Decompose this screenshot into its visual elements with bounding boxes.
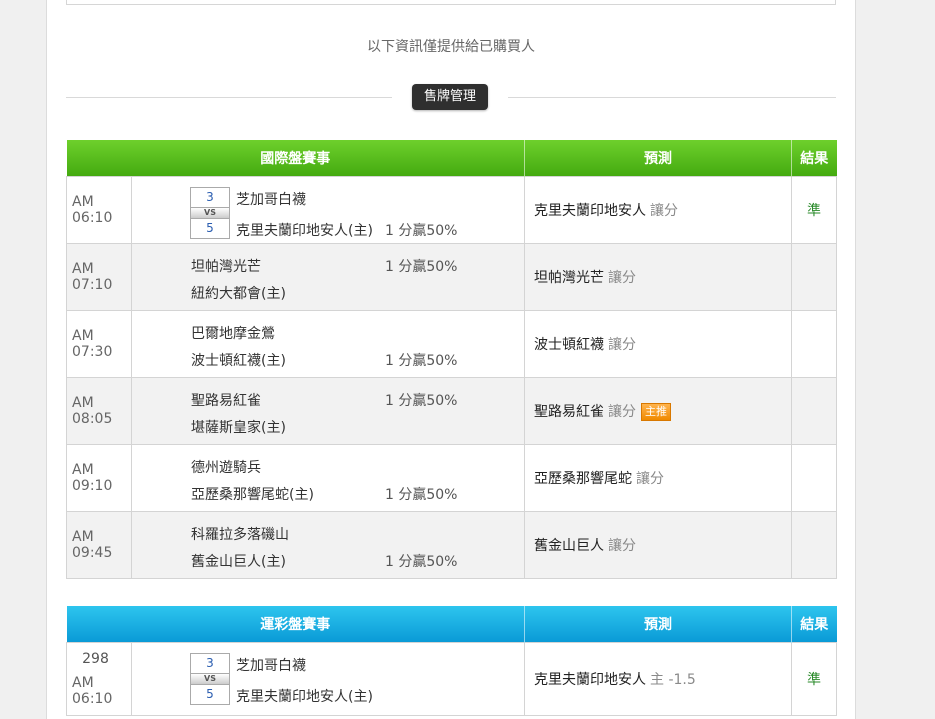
odds-line: 1 分贏50% xyxy=(385,393,458,409)
match-cell: 巴爾地摩金鶯 波士頓紅襪(主) 1 分贏50% xyxy=(131,310,525,378)
featured-badge: 主推 xyxy=(641,403,671,421)
match-cell: 3 VS 5 芝加哥白襪 克里夫蘭印地安人(主) xyxy=(131,642,525,716)
home-team: 紐約大都會(主) xyxy=(191,286,286,302)
away-score: 3 xyxy=(190,653,230,674)
vs-label: VS xyxy=(190,674,230,684)
game-time: AM 09:45 xyxy=(66,511,132,579)
home-team: 堪薩斯皇家(主) xyxy=(191,420,286,436)
prediction-pick: 亞歷桑那響尾蛇 xyxy=(534,471,632,487)
odds-line: 1 分贏50% xyxy=(385,259,458,275)
prediction-pick: 聖路易紅雀 xyxy=(534,404,604,420)
prediction-pick: 克里夫蘭印地安人 xyxy=(534,672,646,688)
home-team: 克里夫蘭印地安人(主) xyxy=(236,223,373,239)
prediction-cell: 克里夫蘭印地安人 讓分 xyxy=(524,176,792,244)
prediction-cell: 亞歷桑那響尾蛇 讓分 xyxy=(524,444,792,512)
prediction-pick: 舊金山巨人 xyxy=(534,538,604,554)
odds-line: 1 分贏50% xyxy=(385,223,458,239)
away-team: 芝加哥白襪 xyxy=(236,192,306,208)
prediction-type: 讓分 xyxy=(608,538,636,554)
home-team: 克里夫蘭印地安人(主) xyxy=(236,689,373,705)
table-row: AM 09:10 德州遊騎兵 亞歷桑那響尾蛇(主) 1 分贏50% 亞歷桑那響尾… xyxy=(66,444,837,512)
match-cell: 坦帕灣光芒 紐約大都會(主) 1 分贏50% xyxy=(131,243,525,311)
prediction-type: 讓分 xyxy=(608,337,636,353)
prediction-pick: 坦帕灣光芒 xyxy=(534,270,604,286)
header-prediction: 預測 xyxy=(524,606,792,643)
prediction-cell: 聖路易紅雀 讓分 主推 xyxy=(524,377,792,445)
home-team: 亞歷桑那響尾蛇(主) xyxy=(191,487,314,503)
prediction-type: 讓分 xyxy=(608,270,636,286)
content-panel: 以下資訊僅提供給已購買人 售牌管理 國際盤賽事 預測 結果 AM 06:10 3… xyxy=(46,0,856,719)
prediction-cell: 克里夫蘭印地安人主 -1.5 xyxy=(524,642,792,716)
prediction-type: 主 -1.5 xyxy=(650,672,696,688)
game-number: 298 xyxy=(82,651,109,667)
table-row: AM 07:10 坦帕灣光芒 紐約大都會(主) 1 分贏50% 坦帕灣光芒 讓分 xyxy=(66,243,837,311)
result-cell xyxy=(791,511,837,579)
match-cell: 德州遊騎兵 亞歷桑那響尾蛇(主) 1 分贏50% xyxy=(131,444,525,512)
game-time: AM 07:30 xyxy=(66,310,132,378)
odds-line: 1 分贏50% xyxy=(385,487,458,503)
home-score: 5 xyxy=(190,684,230,705)
game-time: AM 08:05 xyxy=(66,377,132,445)
prediction-cell: 坦帕灣光芒 讓分 xyxy=(524,243,792,311)
table-row: 298 AM 06:10 3 VS 5 芝加哥白襪 克里夫蘭印地安人(主) 克里… xyxy=(66,642,837,716)
lottery-games-table: 運彩盤賽事 預測 結果 298 AM 06:10 3 VS 5 芝加哥白襪 克里… xyxy=(66,606,837,716)
header-lottery-games: 運彩盤賽事 xyxy=(66,606,525,643)
table-row: AM 08:05 聖路易紅雀 堪薩斯皇家(主) 1 分贏50% 聖路易紅雀 讓分主… xyxy=(66,377,837,445)
header-international-games: 國際盤賽事 xyxy=(66,140,525,177)
odds-line: 1 分贏50% xyxy=(385,554,458,570)
result-cell: 準 xyxy=(791,642,837,716)
match-cell: 科羅拉多落磯山 舊金山巨人(主) 1 分贏50% xyxy=(131,511,525,579)
divider-right xyxy=(508,97,836,98)
away-team: 聖路易紅雀 xyxy=(191,393,261,409)
match-cell: 聖路易紅雀 堪薩斯皇家(主) 1 分贏50% xyxy=(131,377,525,445)
vs-label: VS xyxy=(190,208,230,218)
result-cell: 準 xyxy=(791,176,837,244)
divider-left xyxy=(66,97,392,98)
header-result: 結果 xyxy=(791,140,837,177)
result-cell xyxy=(791,310,837,378)
home-team: 波士頓紅襪(主) xyxy=(191,353,286,369)
home-score: 5 xyxy=(190,218,230,239)
game-time: AM 06:10 xyxy=(66,176,132,244)
away-team: 坦帕灣光芒 xyxy=(191,259,261,275)
international-games-table: 國際盤賽事 預測 結果 AM 06:10 3 VS 5 芝加哥白襪 克里夫蘭印地… xyxy=(66,140,837,579)
result-cell xyxy=(791,377,837,445)
game-time: AM 09:10 xyxy=(66,444,132,512)
table-row: AM 06:10 3 VS 5 芝加哥白襪 克里夫蘭印地安人(主) 1 分贏50… xyxy=(66,176,837,244)
game-time: AM 06:10 xyxy=(72,675,113,707)
header-prediction: 預測 xyxy=(524,140,792,177)
prediction-pick: 波士頓紅襪 xyxy=(534,337,604,353)
score-box: 3 VS 5 xyxy=(190,653,230,706)
sell-management-button[interactable]: 售牌管理 xyxy=(412,84,488,110)
table-row: AM 09:45 科羅拉多落磯山 舊金山巨人(主) 1 分贏50% 舊金山巨人讓… xyxy=(66,511,837,579)
prediction-type: 讓分 xyxy=(608,404,636,420)
away-team: 芝加哥白襪 xyxy=(236,658,306,674)
result-cell xyxy=(791,444,837,512)
header-result: 結果 xyxy=(791,606,837,643)
table-row: AM 07:30 巴爾地摩金鶯 波士頓紅襪(主) 1 分贏50% 波士頓紅襪 讓分 xyxy=(66,310,837,378)
away-team: 巴爾地摩金鶯 xyxy=(191,326,275,342)
score-box: 3 VS 5 xyxy=(190,187,230,240)
result-cell xyxy=(791,243,837,311)
odds-line: 1 分贏50% xyxy=(385,353,458,369)
match-cell: 3 VS 5 芝加哥白襪 克里夫蘭印地安人(主) 1 分贏50% xyxy=(131,176,525,244)
prediction-cell: 舊金山巨人 讓分 xyxy=(524,511,792,579)
buyer-only-notice: 以下資訊僅提供給已購買人 xyxy=(367,39,535,55)
prediction-pick: 克里夫蘭印地安人 xyxy=(534,203,646,219)
away-team: 德州遊騎兵 xyxy=(191,460,261,476)
game-time-cell: 298 AM 06:10 xyxy=(66,642,132,716)
away-score: 3 xyxy=(190,187,230,208)
game-time: AM 07:10 xyxy=(66,243,132,311)
prediction-cell: 波士頓紅襪 讓分 xyxy=(524,310,792,378)
home-team: 舊金山巨人(主) xyxy=(191,554,286,570)
previous-section-box xyxy=(66,0,836,5)
prediction-type: 讓分 xyxy=(636,471,664,487)
prediction-type: 讓分 xyxy=(650,203,678,219)
away-team: 科羅拉多落磯山 xyxy=(191,527,289,543)
